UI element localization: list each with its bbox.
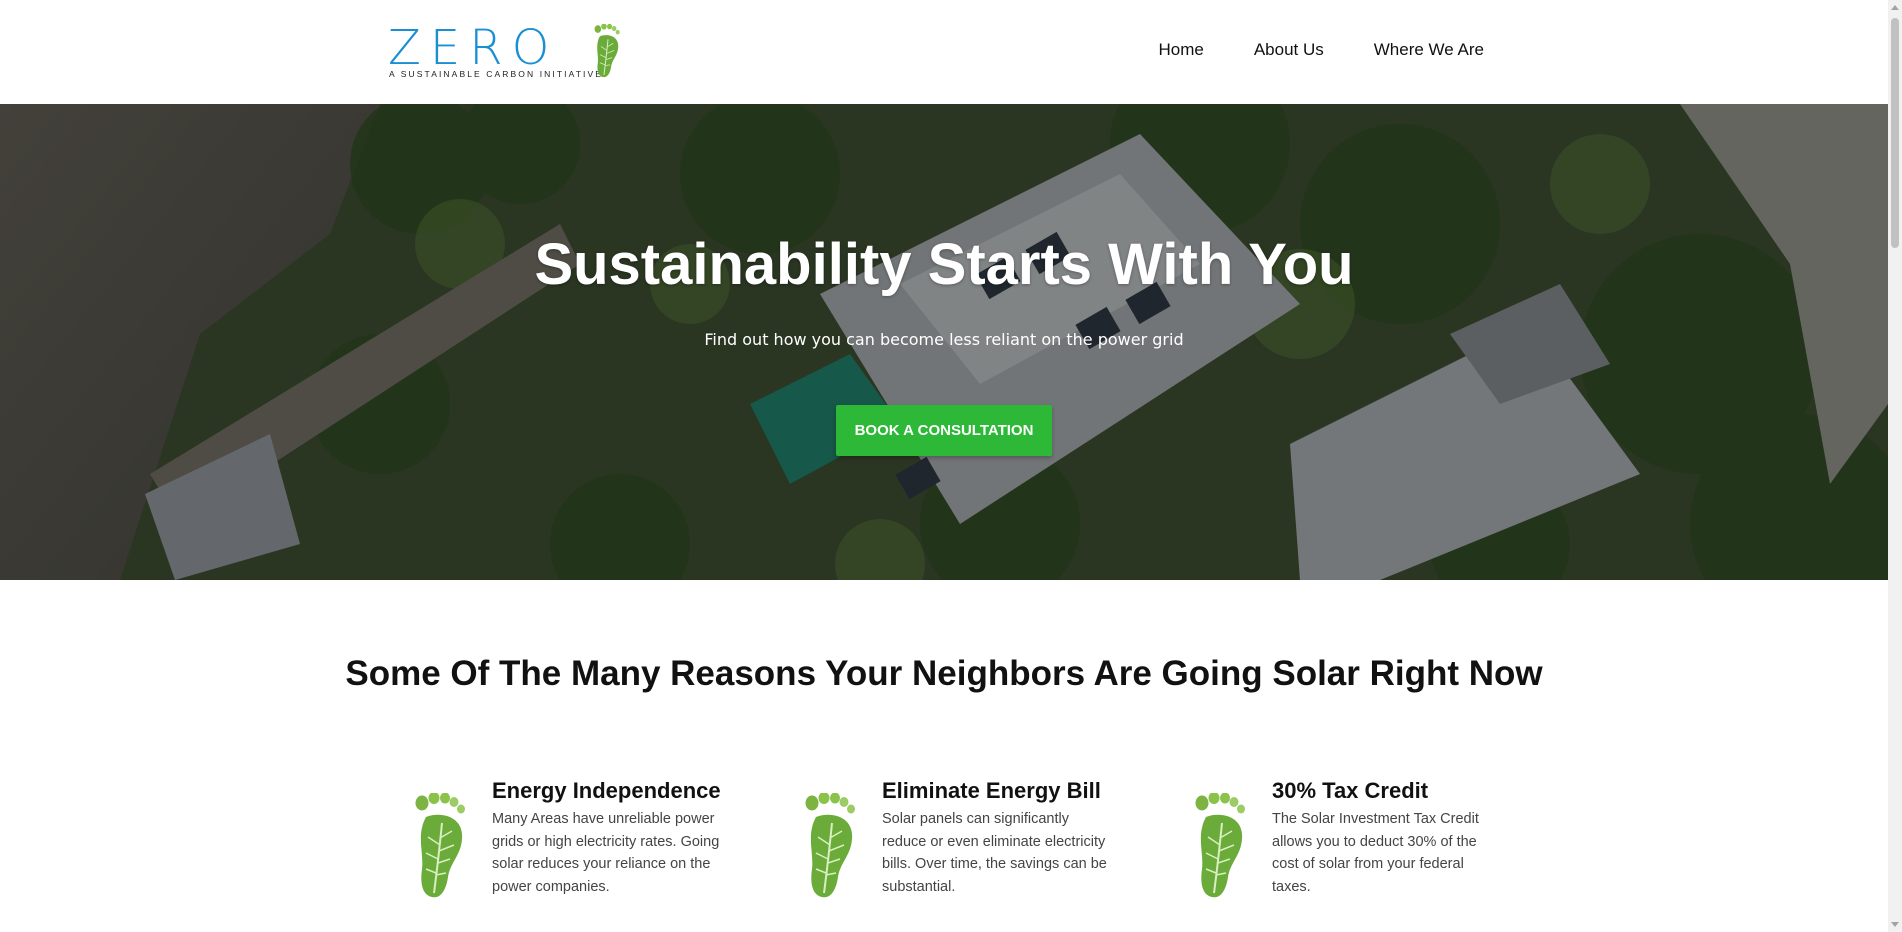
feature-title: Eliminate Energy Bill [882, 778, 1101, 803]
footprint-leaf-icon [802, 793, 858, 899]
feature-tax-credit: 30% Tax Credit The Solar Investment Tax … [1168, 778, 1538, 908]
hero-section: Sustainability Starts With You Find out … [0, 104, 1888, 580]
hero-title: Sustainability Starts With You [534, 232, 1354, 297]
zero-logo[interactable]: ZERO A SUSTAINABLE CARBON INITIATIVE [388, 24, 624, 82]
scrollbar-thumb[interactable] [1891, 18, 1899, 248]
footprint-leaf-icon [412, 793, 468, 899]
nav-home[interactable]: Home [1158, 40, 1203, 60]
hero-subtitle: Find out how you can become less reliant… [704, 330, 1184, 349]
scroll-up-arrow-icon[interactable] [1891, 5, 1899, 10]
feature-title: Energy Independence [492, 778, 721, 803]
scroll-down-arrow-icon[interactable] [1891, 922, 1899, 927]
feature-text: Solar panels can significantly reduce or… [882, 811, 1107, 895]
feature-text: Many Areas have unreliable power grids o… [492, 811, 720, 895]
footprint-leaf-icon [1192, 793, 1248, 899]
nav-where-we-are[interactable]: Where We Are [1374, 40, 1484, 60]
main-nav: Home About Us Where We Are [1158, 40, 1484, 60]
footprint-leaf-icon [592, 24, 622, 78]
logo-wordmark: ZERO [388, 20, 559, 76]
site-header: ZERO A SUSTAINABLE CARBON INITIATIVE Hom… [0, 0, 1888, 104]
book-consultation-button[interactable]: BOOK A CONSULTATION [836, 405, 1052, 456]
page-scrollbar[interactable] [1888, 0, 1902, 932]
feature-eliminate-energy-bill: Eliminate Energy Bill Solar panels can s… [778, 778, 1148, 908]
feature-energy-independence: Energy Independence Many Areas have unre… [388, 778, 758, 908]
feature-text: The Solar Investment Tax Credit allows y… [1272, 811, 1479, 895]
logo-tagline: A SUSTAINABLE CARBON INITIATIVE [389, 69, 604, 79]
reasons-heading: Some Of The Many Reasons Your Neighbors … [345, 654, 1543, 693]
feature-title: 30% Tax Credit [1272, 778, 1429, 803]
nav-about-us[interactable]: About Us [1254, 40, 1324, 60]
